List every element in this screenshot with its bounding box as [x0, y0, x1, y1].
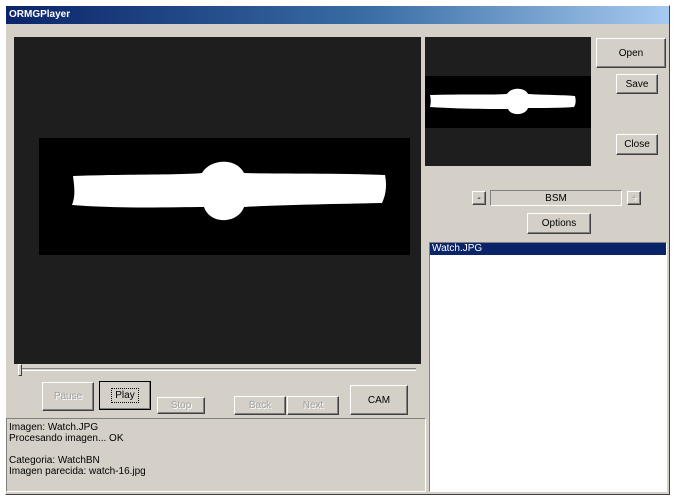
- title-bar[interactable]: ORMGPlayer: [6, 6, 669, 24]
- open-button[interactable]: Open: [596, 38, 666, 68]
- close-button[interactable]: Close: [616, 134, 658, 155]
- file-list-items: Watch.JPG: [430, 243, 666, 255]
- status-log-lines: Imagen: Watch.JPG Procesando imagen... OK…: [9, 422, 423, 477]
- file-listbox[interactable]: Watch.JPG: [429, 242, 667, 492]
- mode-field: BSM: [490, 190, 622, 206]
- seek-slider-track[interactable]: [18, 368, 416, 371]
- main-image-viewer: [14, 37, 421, 364]
- decrement-button[interactable]: -: [472, 191, 486, 205]
- save-button[interactable]: Save: [616, 74, 658, 94]
- file-list-item[interactable]: Watch.JPG: [430, 243, 666, 255]
- stop-button[interactable]: Stop: [157, 397, 205, 414]
- status-log-line: Categoria: WatchBN: [9, 455, 100, 466]
- next-button[interactable]: Next: [287, 396, 339, 415]
- back-button[interactable]: Back: [234, 396, 286, 415]
- status-log: Imagen: Watch.JPG Procesando imagen... OK…: [6, 418, 426, 492]
- app-window: ORMGPlayer Open Save Close - BSM + Optio…: [5, 5, 670, 495]
- cam-button[interactable]: CAM: [350, 385, 408, 415]
- window-title: ORMGPlayer: [9, 9, 71, 20]
- status-log-line: Imagen: Watch.JPG: [9, 422, 99, 433]
- pause-button[interactable]: Pause: [42, 382, 94, 411]
- thumbnail-viewer: [425, 37, 591, 166]
- thumbnail-canvas: [425, 76, 591, 128]
- mode-value: BSM: [545, 192, 567, 204]
- status-log-line: Procesando imagen... OK: [9, 433, 124, 444]
- status-log-line: [9, 444, 423, 455]
- status-log-line: Imagen parecida: watch-16.jpg: [9, 466, 146, 477]
- main-image-canvas: [39, 138, 410, 255]
- play-button[interactable]: Play: [99, 381, 151, 410]
- increment-button[interactable]: +: [627, 191, 641, 205]
- options-button[interactable]: Options: [527, 213, 591, 234]
- seek-slider-thumb[interactable]: [18, 364, 22, 376]
